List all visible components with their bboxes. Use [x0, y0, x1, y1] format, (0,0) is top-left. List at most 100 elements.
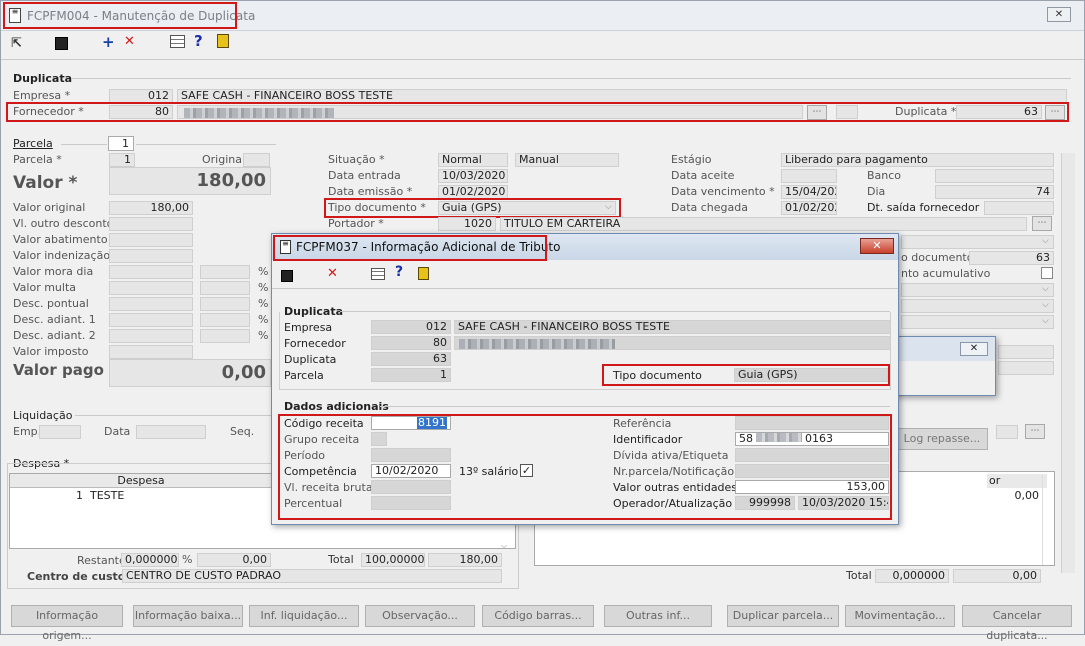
banco-label: Banco	[867, 169, 902, 182]
dialog-empresa-name: SAFE CASH - FINANCEIRO BOSS TESTE	[454, 320, 891, 334]
bottom-button[interactable]: Informação baixa...	[133, 605, 243, 627]
parcela-row-value[interactable]	[109, 249, 193, 263]
dialog-save-icon[interactable]	[281, 270, 293, 282]
exit-icon[interactable]: ⇱	[11, 36, 22, 51]
grid-icon[interactable]	[170, 35, 185, 48]
entrada-field: 10/03/2020	[438, 169, 508, 183]
help-icon[interactable]: ?	[194, 32, 203, 50]
right-grid-row-val: 0,00	[1014, 489, 1040, 502]
bottom-button[interactable]: Duplicar parcela...	[727, 605, 839, 627]
dialog-door-icon[interactable]	[418, 267, 429, 280]
background-dialog: ✕	[893, 336, 996, 396]
identificador-input[interactable]: 58 0163	[735, 432, 889, 446]
parcela-row-value[interactable]	[109, 297, 193, 311]
codigo-receita-label: Código receita	[284, 417, 364, 430]
parcela-tab[interactable]: 1	[108, 136, 134, 151]
parcela-row-label: Desc. adiant. 2	[13, 329, 96, 342]
dialog-empresa-label: Empresa	[284, 321, 333, 334]
parcela-row-pct-sign: %	[258, 329, 269, 342]
original-label: Original	[202, 153, 246, 166]
background-dialog-close-button[interactable]: ✕	[960, 342, 988, 356]
close-button[interactable]: ✕	[1047, 7, 1071, 22]
liq-seq-label: Seq.	[230, 425, 255, 438]
delete-icon[interactable]: ✕	[124, 34, 135, 49]
saida-field[interactable]	[984, 201, 1054, 215]
portador-lookup-button[interactable]: ⋯	[1032, 216, 1052, 231]
parcela-row-pct-field[interactable]	[200, 265, 250, 279]
right-select-4[interactable]	[901, 315, 1054, 329]
situacao-field-2: Manual	[515, 153, 619, 167]
save-icon[interactable]	[55, 37, 68, 50]
emissao-field[interactable]: 01/02/2020	[438, 185, 508, 199]
parcela-row-pct-sign: %	[258, 281, 269, 294]
parcela-row-label: Valor multa	[13, 281, 77, 294]
bottom-button[interactable]: Observação...	[365, 605, 475, 627]
bottom-button[interactable]: Código barras...	[482, 605, 594, 627]
liq-data-label: Data	[104, 425, 131, 438]
parcela-row-value[interactable]: 180,00	[109, 201, 193, 215]
add-icon[interactable]: +	[102, 33, 115, 51]
parcela-row-pct-field[interactable]	[200, 281, 250, 295]
parcela-row-pct-field[interactable]	[200, 297, 250, 311]
bottom-button[interactable]: Informação origem...	[11, 605, 123, 642]
bottom-button[interactable]: Inf. liquidação...	[249, 605, 359, 627]
right-total-val: 0,00	[953, 569, 1041, 583]
right-total-pct: 0,000000	[875, 569, 949, 583]
identificador-label: Identificador	[613, 433, 683, 446]
right-grid-scroll[interactable]	[1042, 475, 1054, 565]
dados-header: Dados adicionais	[284, 400, 389, 413]
operador-field: 999998	[735, 496, 795, 510]
emissao-label: Data emissão *	[328, 185, 413, 198]
dialog-grid-icon[interactable]	[371, 268, 385, 280]
dialog-help-icon[interactable]: ?	[395, 264, 403, 280]
parcela-row-value[interactable]	[109, 217, 193, 231]
outras-entidades-label: Valor outras entidades	[613, 481, 738, 494]
right-scrollbar[interactable]	[1061, 153, 1075, 573]
outras-entidades-input[interactable]: 153,00	[735, 480, 889, 494]
parcela-row-pct-field[interactable]	[200, 313, 250, 327]
nrparcela-field	[735, 464, 889, 478]
right-select-3[interactable]	[901, 299, 1054, 313]
dialog-duplicata-label: Duplicata	[284, 353, 337, 366]
empresa-name-field: SAFE CASH - FINANCEIRO BOSS TESTE	[177, 89, 1067, 103]
valor-pago-label: Valor pago	[13, 361, 104, 379]
right-total-label: Total	[846, 569, 872, 582]
parcela-row-value[interactable]	[109, 345, 193, 359]
dialog-close-button[interactable]: ✕	[860, 238, 894, 254]
dialog-empresa-code: 012	[371, 320, 451, 334]
right-select-1[interactable]	[901, 235, 1054, 249]
decimo-terceiro-checkbox[interactable]: ✓	[520, 464, 533, 477]
parcela-row-value[interactable]	[109, 233, 193, 247]
log-repasse-button[interactable]: Log repasse...	[896, 428, 988, 450]
parcela-row-pct-sign: %	[258, 297, 269, 310]
dia-field: 74	[935, 185, 1054, 199]
bottom-button[interactable]: Movimentação...	[845, 605, 955, 627]
portador-code-field[interactable]: 1020	[438, 217, 496, 231]
valor-pago-field: 0,00	[109, 359, 271, 387]
codigo-receita-input[interactable]: 8191	[371, 416, 451, 430]
dialog-delete-icon[interactable]: ✕	[327, 266, 338, 281]
parcela-row-value[interactable]	[109, 329, 193, 343]
tributo-dialog: ≡ FCPFM037 - Informação Adicional de Tri…	[271, 233, 899, 525]
door-icon[interactable]	[217, 34, 229, 48]
bottom-button[interactable]: Cancelar duplicata...	[962, 605, 1072, 642]
percentual-label: Percentual	[284, 497, 343, 510]
competencia-input[interactable]: 10/02/2020	[371, 464, 451, 478]
parcela-row-value[interactable]	[109, 313, 193, 327]
chegada-field[interactable]: 01/02/2020	[781, 201, 837, 215]
vencimento-field[interactable]: 15/04/2020	[781, 185, 837, 199]
empresa-label: Empresa *	[13, 89, 71, 102]
parcela-row-value[interactable]	[109, 281, 193, 295]
acumulativo-label: nto acumulativo	[901, 267, 991, 280]
right-select-2[interactable]	[901, 283, 1054, 297]
parcela-row-pct-sign: %	[258, 265, 269, 278]
valor-field: 180,00	[109, 167, 271, 195]
parcela-row-label: Valor indenização	[13, 249, 111, 262]
parcela-row-value[interactable]	[109, 265, 193, 279]
liq-lookup-button[interactable]: ⋯	[1025, 424, 1045, 439]
acumulativo-checkbox[interactable]	[1041, 267, 1053, 279]
parcela-row-pct-field[interactable]	[200, 329, 250, 343]
parcela-row-pct-sign: %	[258, 313, 269, 326]
bottom-button[interactable]: Outras inf...	[604, 605, 712, 627]
parcela-row-label: Valor original	[13, 201, 86, 214]
